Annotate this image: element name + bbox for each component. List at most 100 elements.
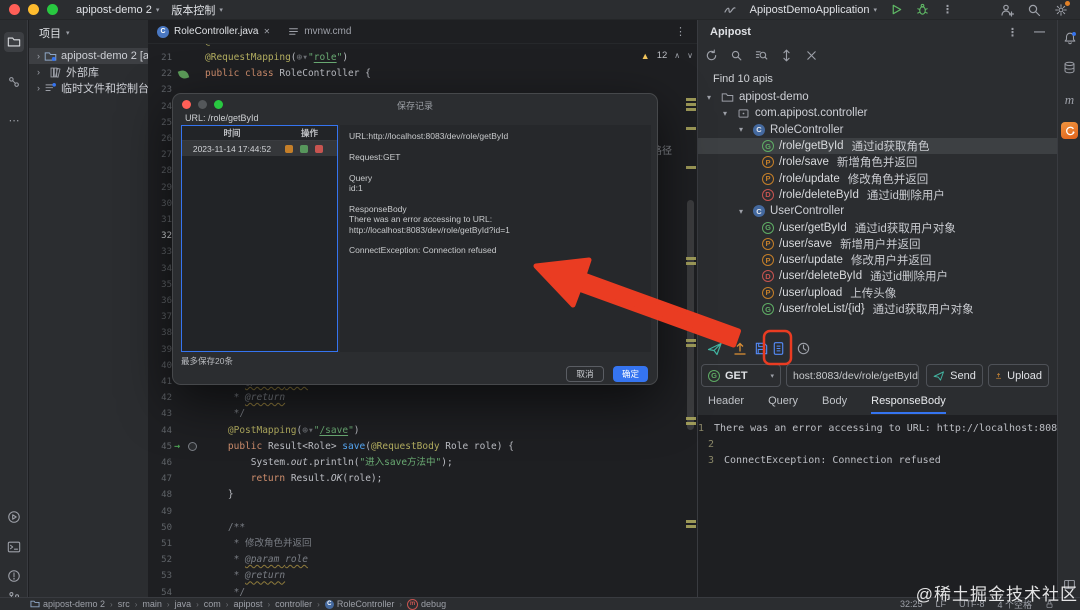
- response-body-panel[interactable]: 1 There was an error accessing to URL: ht…: [698, 415, 1057, 597]
- project-tool-button[interactable]: [4, 32, 24, 52]
- close-window-button[interactable]: [9, 4, 20, 15]
- tab-header[interactable]: Header: [708, 395, 744, 414]
- spring-bean-icon[interactable]: [177, 68, 190, 81]
- terminal-tool-button[interactable]: [4, 537, 24, 557]
- api-tree-item[interactable]: P/user/update 修改用户并返回: [698, 252, 1057, 268]
- send-button[interactable]: Send: [926, 364, 983, 387]
- project-tree-item[interactable]: › apipost-demo 2 [ap: [29, 48, 148, 64]
- refresh-icon[interactable]: [705, 49, 718, 62]
- node-label: RoleController: [770, 123, 844, 136]
- saved-records-icon[interactable]: [770, 340, 787, 357]
- more-actions-button[interactable]: ⋮: [942, 3, 953, 16]
- vcs-menu[interactable]: 版本控制 ▾: [171, 2, 223, 18]
- chevron-down-icon[interactable]: ▾: [723, 109, 732, 118]
- search-everywhere-button[interactable]: [1027, 3, 1041, 17]
- add-user-button[interactable]: [1000, 3, 1014, 17]
- structure-tool-button[interactable]: [4, 72, 24, 92]
- minimize-window-button[interactable]: [28, 4, 39, 15]
- maven-tool-button[interactable]: m: [1061, 91, 1078, 108]
- project-switcher[interactable]: apipost-demo 2 ▾: [76, 4, 159, 16]
- breadcrumb-item[interactable]: C RoleController: [324, 599, 394, 609]
- apipost-tool-button[interactable]: [1061, 122, 1078, 139]
- problems-tool-button[interactable]: [4, 566, 24, 586]
- project-tree-item[interactable]: › 临时文件和控制台: [29, 80, 148, 96]
- settings-gear-button[interactable]: [1054, 0, 1070, 17]
- breadcrumb-separator: ›: [196, 599, 199, 609]
- tab-mvnw[interactable]: mvnw.cmd: [279, 20, 360, 43]
- breadcrumb-item[interactable]: apipost-demo 2: [30, 599, 105, 609]
- tab-body[interactable]: Body: [822, 395, 847, 414]
- more-tool-windows-button[interactable]: ⋯: [4, 110, 24, 130]
- url-input[interactable]: host:8083/dev/role/getById: [786, 364, 919, 387]
- breadcrumb-item[interactable]: apipost: [233, 599, 262, 609]
- api-tree-item[interactable]: D/user/deleteById 通过id删除用户: [698, 268, 1057, 284]
- collapse-all-icon[interactable]: [805, 49, 818, 62]
- breadcrumb-item[interactable]: src: [118, 599, 130, 609]
- api-tree-item[interactable]: P/role/update 修改角色并返回: [698, 170, 1057, 186]
- send-request-icon[interactable]: [706, 340, 723, 357]
- maximize-window-button[interactable]: [47, 4, 58, 15]
- chevron-right-icon[interactable]: ›: [37, 67, 44, 77]
- chevron-down-icon[interactable]: ▾: [739, 125, 748, 134]
- save-icon[interactable]: [753, 340, 770, 357]
- method-selector[interactable]: G GET ▾: [701, 364, 781, 387]
- code-line: 47 return Result.OK(role);: [148, 471, 685, 487]
- api-tree-node[interactable]: ▾ apipost-demo: [698, 89, 1057, 105]
- breadcrumb-item[interactable]: com: [204, 599, 221, 609]
- api-tree-item[interactable]: G/user/getById 通过id获取用户对象: [698, 219, 1057, 235]
- editor-scrollbar[interactable]: [687, 200, 694, 430]
- expand-all-icon[interactable]: [780, 49, 793, 62]
- project-tree-item[interactable]: › 外部库: [29, 64, 148, 80]
- tab-rolecontroller[interactable]: C RoleController.java ✕: [148, 20, 279, 43]
- run-button[interactable]: [890, 3, 903, 16]
- run-tool-button[interactable]: [4, 507, 24, 527]
- chevron-down-icon[interactable]: ▾: [707, 93, 716, 102]
- api-tree-item[interactable]: D/role/deleteById 通过id删除用户: [698, 187, 1057, 203]
- tab-label: mvnw.cmd: [304, 26, 352, 37]
- project-panel-header[interactable]: 项目 ▾: [29, 20, 148, 46]
- chevron-right-icon[interactable]: ›: [37, 51, 40, 61]
- chevron-down-icon[interactable]: ▾: [739, 207, 748, 216]
- breadcrumb-item[interactable]: java: [175, 599, 192, 609]
- breadcrumb-item[interactable]: m debug: [407, 598, 446, 610]
- breadcrumb-separator: ›: [399, 599, 403, 609]
- hide-panel-button[interactable]: —: [1034, 26, 1045, 38]
- upload-icon[interactable]: [731, 340, 748, 357]
- api-tree-node[interactable]: ▾ C RoleController: [698, 122, 1057, 138]
- history-icon[interactable]: [795, 340, 812, 357]
- tab-options-button[interactable]: ⋮: [675, 25, 687, 38]
- tab-responsebody[interactable]: ResponseBody: [871, 395, 946, 414]
- api-tree-item[interactable]: G/user/roleList/{id} 通过id获取用户对象: [698, 301, 1057, 317]
- api-tree-item[interactable]: G/role/getById 通过id获取角色: [698, 137, 1057, 155]
- delete-record-button[interactable]: [315, 144, 323, 153]
- load-record-button[interactable]: [300, 144, 308, 153]
- api-tree-item[interactable]: P/user/save 新增用户并返回: [698, 236, 1057, 252]
- database-tool-button[interactable]: [1061, 59, 1078, 76]
- api-tree-node[interactable]: ▾ C UserController: [698, 203, 1057, 219]
- breadcrumb-item[interactable]: controller: [275, 599, 312, 609]
- run-configuration-selector[interactable]: ApipostDemoApplication ▾: [750, 4, 877, 16]
- cancel-button[interactable]: 取消: [566, 366, 604, 382]
- api-path: /user/deleteById: [779, 270, 863, 283]
- ok-button[interactable]: 确定: [613, 366, 648, 382]
- search-icon[interactable]: [730, 49, 743, 62]
- upload-button[interactable]: Upload: [988, 364, 1049, 387]
- record-row[interactable]: 2023-11-14 17:44:52: [182, 141, 337, 156]
- chevron-right-icon[interactable]: ›: [37, 83, 40, 93]
- panel-options-button[interactable]: ⋮: [1007, 26, 1018, 39]
- tab-query[interactable]: Query: [768, 395, 798, 414]
- previous-problem-icon[interactable]: ∧: [674, 51, 680, 60]
- api-tree-item[interactable]: P/user/upload 上传头像: [698, 285, 1057, 301]
- next-problem-icon[interactable]: ∨: [687, 51, 693, 60]
- api-line-marker-icon[interactable]: [188, 441, 197, 451]
- notifications-bell-icon[interactable]: [1061, 29, 1078, 46]
- locate-api-icon[interactable]: [755, 49, 768, 62]
- code-line: 52 * @param role: [148, 552, 685, 568]
- close-tab-icon[interactable]: ✕: [264, 27, 271, 36]
- inspections-widget[interactable]: ▲ 12 ∧ ∨: [641, 50, 693, 61]
- debug-button[interactable]: [916, 3, 929, 16]
- breadcrumb-item[interactable]: main: [142, 599, 162, 609]
- view-record-button[interactable]: [285, 144, 293, 153]
- api-tree-item[interactable]: P/role/save 新增角色并返回: [698, 154, 1057, 170]
- api-tree-node[interactable]: ▾ com.apipost.controller: [698, 105, 1057, 121]
